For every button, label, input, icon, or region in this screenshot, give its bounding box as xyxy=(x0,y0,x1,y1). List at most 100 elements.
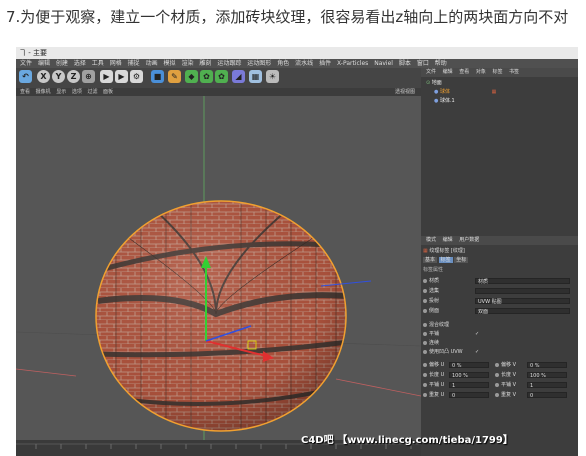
object-manager-menubar: 文件 编辑 查看 对象 标签 书签 xyxy=(421,68,578,77)
om-menu-item[interactable]: 书签 xyxy=(509,69,519,75)
side-select[interactable]: 双面 xyxy=(475,308,570,315)
offset-u-field[interactable]: 0 % xyxy=(449,362,489,369)
tiles-u-field[interactable]: 1 xyxy=(449,382,489,389)
attr-menu-item[interactable]: 编辑 xyxy=(443,237,453,243)
attr-label: 材质 xyxy=(429,278,440,284)
length-v-field[interactable]: 100 % xyxy=(527,372,567,379)
menu-item[interactable]: Naviel xyxy=(374,60,393,67)
axis-z-button[interactable]: Z xyxy=(67,70,80,83)
menu-item[interactable]: 渲染 xyxy=(181,60,193,67)
brick-sphere[interactable] xyxy=(86,196,356,436)
attr-label: 偏移 U xyxy=(429,362,445,368)
texture-tag-icon: ▦ xyxy=(423,248,428,254)
attr-row-offset: 偏移 U 0 % 偏移 V 0 % xyxy=(423,361,578,369)
viewport-menu-item[interactable]: 选项 xyxy=(72,89,82,95)
object-row-floor[interactable]: ⊙ 地面 xyxy=(426,79,576,87)
sphere-icon: ● xyxy=(434,89,439,95)
menu-item[interactable]: 模拟 xyxy=(164,60,176,67)
om-menu-item[interactable]: 查看 xyxy=(459,69,469,75)
pen-icon[interactable]: ✎ xyxy=(168,70,181,83)
tiles-v-field[interactable]: 1 xyxy=(527,382,567,389)
object-row-sphere[interactable]: ● 球体 ▦ xyxy=(426,88,578,96)
right-panel: 文件 编辑 查看 对象 标签 书签 ⊙ 地面 ● 球体 ▦ ● 球体.1 模式 … xyxy=(421,68,578,456)
menu-item[interactable]: 创建 xyxy=(56,60,68,67)
om-menu-item[interactable]: 编辑 xyxy=(443,69,453,75)
menu-item[interactable]: 编辑 xyxy=(38,60,50,67)
menu-item[interactable]: 角色 xyxy=(277,60,289,67)
menu-item[interactable]: 捕捉 xyxy=(128,60,140,67)
attr-label: 使用凹凸 UVW xyxy=(429,349,463,355)
deformer-icon[interactable]: ✿ xyxy=(215,70,228,83)
tab-tag[interactable]: 标签 xyxy=(438,257,453,263)
subdivision-icon[interactable]: ◆ xyxy=(185,70,198,83)
attr-menu-item[interactable]: 模式 xyxy=(426,237,436,243)
attr-row-tile: 平铺 ✓ xyxy=(423,330,578,338)
camera-icon[interactable]: ▦ xyxy=(249,70,262,83)
floor-icon[interactable]: ◢ xyxy=(232,70,245,83)
repeat-u-field[interactable]: 0 xyxy=(449,392,489,399)
repeat-v-field[interactable]: 0 xyxy=(527,392,567,399)
viewport-scene xyxy=(16,96,421,440)
menu-item[interactable]: 脚本 xyxy=(399,60,411,67)
menu-item[interactable]: 流水线 xyxy=(295,60,313,67)
projection-select[interactable]: UVW 贴图 xyxy=(475,298,570,305)
tile-checkbox[interactable]: ✓ xyxy=(475,330,479,338)
render-icon[interactable]: ▶ xyxy=(115,70,128,83)
menu-item[interactable]: X-Particles xyxy=(337,60,368,67)
length-u-field[interactable]: 100 % xyxy=(449,372,489,379)
viewport-menu-item[interactable]: 过滤 xyxy=(87,89,97,95)
attr-label: 平铺 V xyxy=(501,382,517,388)
cube-icon[interactable]: ■ xyxy=(151,70,164,83)
render-settings-icon[interactable]: ⚙ xyxy=(130,70,143,83)
attr-label: 长度 U xyxy=(429,372,445,378)
om-menu-item[interactable]: 对象 xyxy=(476,69,486,75)
tab-coords[interactable]: 坐标 xyxy=(454,257,469,263)
world-icon[interactable]: ⊕ xyxy=(82,70,95,83)
tag-title-text: 纹理标签 [纹理] xyxy=(429,248,465,254)
menu-item[interactable]: 网格 xyxy=(110,60,122,67)
main-menubar: 文件 编辑 创建 选择 工具 网格 捕捉 动画 模拟 渲染 雕刻 运动跟踪 运动… xyxy=(16,59,578,68)
render-view-icon[interactable]: ▶ xyxy=(100,70,113,83)
om-menu-item[interactable]: 标签 xyxy=(492,69,502,75)
menu-item[interactable]: 动画 xyxy=(146,60,158,67)
offset-v-field[interactable]: 0 % xyxy=(527,362,567,369)
menu-item[interactable]: 雕刻 xyxy=(199,60,211,67)
menu-item[interactable]: 文件 xyxy=(20,60,32,67)
viewport-menu-item[interactable]: 显示 xyxy=(56,89,66,95)
axis-y-button[interactable]: Y xyxy=(52,70,65,83)
viewport-menu-item[interactable]: 查看 xyxy=(20,89,30,95)
menu-item[interactable]: 插件 xyxy=(319,60,331,67)
attr-tabs: 基本 标签 坐标 xyxy=(423,256,578,264)
viewport-menu-item[interactable]: 面板 xyxy=(103,89,113,95)
attr-row-side: 侧面 双面 xyxy=(423,307,578,315)
light-icon[interactable]: ☀ xyxy=(266,70,279,83)
viewport-menu-item[interactable]: 摄像机 xyxy=(36,89,51,95)
world-x-axis-line xyxy=(16,368,77,377)
perspective-viewport[interactable] xyxy=(16,96,421,440)
texture-tag-icon[interactable]: ▦ xyxy=(492,89,497,95)
attr-row-material: 材质 材质 xyxy=(423,277,578,285)
menu-item[interactable]: 帮助 xyxy=(435,60,447,67)
axis-x-button[interactable]: X xyxy=(37,70,50,83)
selection-field[interactable] xyxy=(475,288,570,294)
viewport-label: 透视视图 xyxy=(394,89,415,95)
c4d-window: ヿ - 主要 文件 编辑 创建 选择 工具 网格 捕捉 动画 模拟 渲染 雕刻 … xyxy=(16,47,578,456)
menu-item[interactable]: 工具 xyxy=(92,60,104,67)
menu-item[interactable]: 运动跟踪 xyxy=(217,60,241,67)
menu-item[interactable]: 窗口 xyxy=(417,60,429,67)
tab-basic[interactable]: 基本 xyxy=(423,257,438,263)
menu-item[interactable]: 运动图形 xyxy=(247,60,271,67)
object-row-sphere-1[interactable]: ● 球体.1 xyxy=(426,97,578,105)
om-menu-item[interactable]: 文件 xyxy=(426,69,436,75)
attr-label: 偏移 V xyxy=(501,362,517,368)
main-toolbar: ↶ X Y Z ⊕ ▶ ▶ ⚙ ■ ✎ ◆ ✿ ✿ ◢ ▦ ☀ xyxy=(16,68,421,88)
undo-icon[interactable]: ↶ xyxy=(19,70,32,83)
material-field[interactable]: 材质 xyxy=(475,278,570,285)
attr-label: 平铺 U xyxy=(429,382,445,388)
attr-label: 重复 V xyxy=(501,392,517,398)
cloner-icon[interactable]: ✿ xyxy=(200,70,213,83)
menu-item[interactable]: 选择 xyxy=(74,60,86,67)
attr-menu-item[interactable]: 用户数据 xyxy=(459,237,479,243)
attr-row-seamless: 连续 xyxy=(423,339,578,347)
bump-uvw-checkbox[interactable]: ✓ xyxy=(475,348,479,356)
